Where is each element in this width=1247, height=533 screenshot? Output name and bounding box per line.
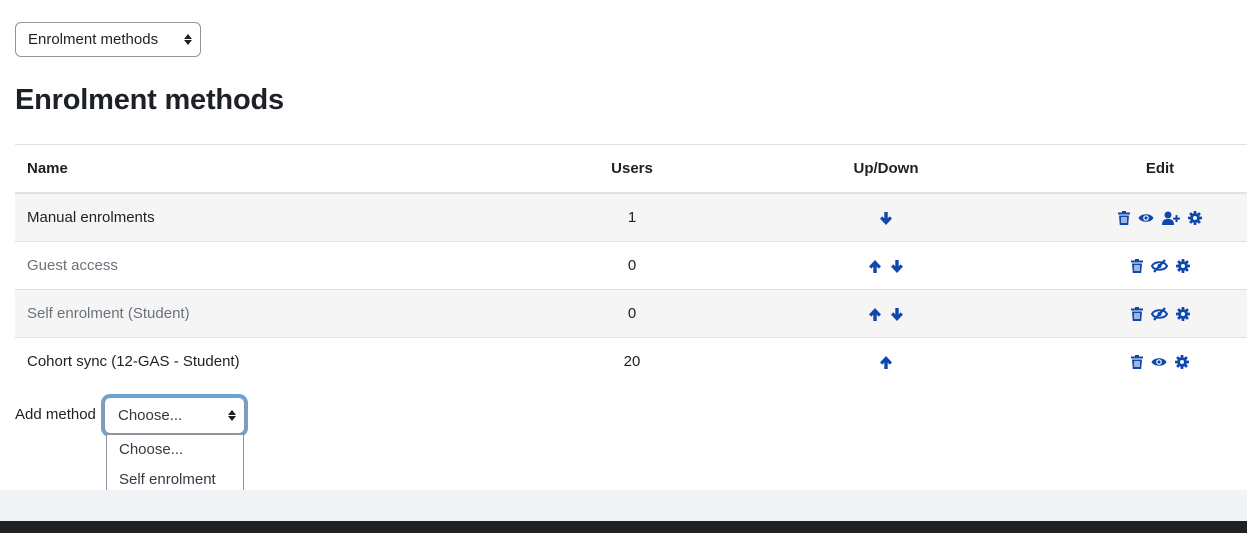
method-name: Guest access [15,241,565,290]
gear-icon[interactable] [1175,355,1189,370]
table-row: Guest access 0 [15,241,1247,290]
table-row: Cohort sync (12-GAS - Student) 20 [15,337,1247,385]
method-name: Manual enrolments [15,192,565,242]
method-name: Cohort sync (12-GAS - Student) [15,337,565,385]
eye-icon[interactable] [1151,356,1167,368]
method-users-count: 0 [565,241,699,290]
edit-cell [1073,192,1247,242]
trash-icon[interactable] [1130,307,1143,322]
arrow-up-icon[interactable] [868,307,882,322]
arrow-down-icon[interactable] [890,259,904,274]
eye-slash-icon[interactable] [1150,307,1168,321]
trash-icon[interactable] [1118,211,1130,226]
footer-separator [0,490,1247,521]
header-users: Users [565,144,699,194]
eye-slash-icon[interactable] [1150,259,1168,273]
updown-cell [699,192,1073,242]
arrow-up-icon[interactable] [879,355,893,370]
table-row: Self enrolment (Student) 0 [15,289,1247,338]
gear-icon[interactable] [1175,307,1190,322]
enrolment-methods-table: Name Users Up/Down Edit Manual enrolment… [15,144,1247,385]
page-nav-select-value: Enrolment methods [28,31,159,48]
eye-icon[interactable] [1138,212,1154,224]
trash-icon[interactable] [1131,355,1143,370]
table-header-row: Name Users Up/Down Edit [15,144,1247,194]
updown-cell [699,289,1073,338]
page-title: Enrolment methods [15,84,284,116]
edit-cell [1073,337,1247,385]
method-name: Self enrolment (Student) [15,289,565,338]
gear-icon[interactable] [1175,259,1190,274]
dropdown-option[interactable]: Choose... [107,435,243,465]
gear-icon[interactable] [1188,211,1202,226]
add-method-label: Add method [15,406,96,423]
arrow-down-icon[interactable] [890,307,904,322]
arrow-up-icon[interactable] [868,259,882,274]
method-users-count: 0 [565,289,699,338]
trash-icon[interactable] [1130,259,1143,274]
header-name: Name [15,144,565,194]
add-method-select-value: Choose... [118,407,183,424]
method-users-count: 1 [565,192,699,242]
add-method-select[interactable]: Choose... [104,397,245,434]
page-nav-select[interactable]: Enrolment methods [15,22,201,57]
method-users-count: 20 [565,337,699,385]
edit-cell [1073,241,1247,290]
edit-cell [1073,289,1247,338]
updown-cell [699,337,1073,385]
table-row: Manual enrolments 1 [15,192,1247,242]
header-edit: Edit [1073,144,1247,194]
page-footer [0,521,1247,533]
arrow-down-icon[interactable] [879,211,893,226]
updown-cell [699,241,1073,290]
enrol-users-icon[interactable] [1162,211,1180,226]
header-updown: Up/Down [699,144,1073,194]
select-caret-icon [176,34,200,45]
select-caret-icon [220,410,244,421]
